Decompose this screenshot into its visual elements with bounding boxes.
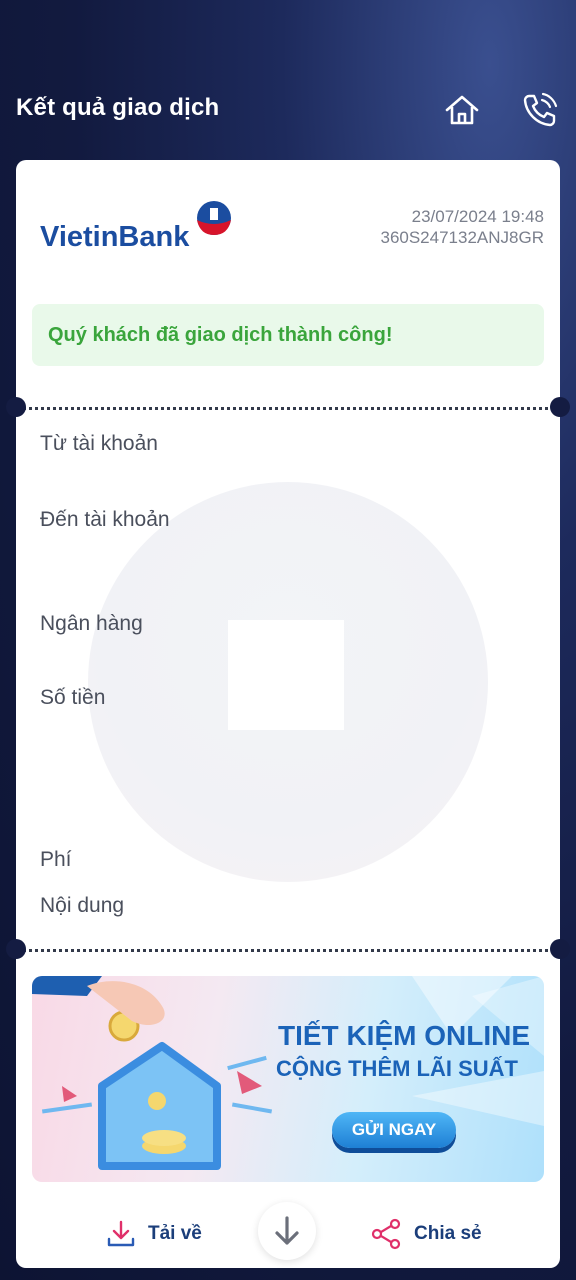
download-icon <box>107 1220 135 1247</box>
perforation-notch-left <box>6 397 26 417</box>
watermark-mark <box>228 620 344 730</box>
share-icon <box>371 1218 401 1250</box>
bank-label: Ngân hàng <box>40 612 143 635</box>
to-account-label: Đến tài khoản <box>40 508 170 531</box>
savings-promo-banner[interactable]: TIẾT KIỆM ONLINE CỘNG THÊM LÃI SUẤT GỬI … <box>32 976 544 1182</box>
download-label: Tải về <box>148 1223 202 1244</box>
perforation-notch-right <box>550 939 570 959</box>
perforation-notch-left <box>6 939 26 959</box>
page-title: Kết quả giao dịch <box>16 94 220 121</box>
arrow-down-icon <box>275 1216 299 1245</box>
bottom-actions: Tải về Chia sẻ <box>16 1200 560 1268</box>
perforation-divider <box>16 407 560 410</box>
fee-label: Phí <box>40 848 72 871</box>
promo-headline: TIẾT KIỆM ONLINE <box>278 1020 530 1051</box>
transaction-meta: 23/07/2024 19:48 360S247132ANJ8GR <box>380 206 544 248</box>
transaction-code: 360S247132ANJ8GR <box>380 228 544 247</box>
transaction-datetime: 23/07/2024 19:48 <box>411 207 544 226</box>
logo-wordmark: VietinBank <box>40 221 190 250</box>
content-label: Nội dung <box>40 894 125 917</box>
share-button[interactable]: Chia sẻ <box>370 1216 482 1252</box>
vietinbank-logo: VietinBank <box>40 198 240 253</box>
share-label: Chia sẻ <box>414 1223 482 1244</box>
from-account-label: Từ tài khoản <box>40 432 158 455</box>
home-icon[interactable] <box>442 90 482 130</box>
success-message: Quý khách đã giao dịch thành công! <box>48 324 393 346</box>
top-header: Kết quả giao dịch <box>0 70 576 150</box>
phone-icon[interactable] <box>520 90 560 130</box>
download-fab[interactable] <box>258 1202 316 1260</box>
amount-label: Số tiền <box>40 686 106 709</box>
receipt-card: VietinBank 23/07/2024 19:48 360S247132AN… <box>16 160 560 1268</box>
perforation-divider <box>16 949 560 952</box>
promo-subheadline: CỘNG THÊM LÃI SUẤT <box>276 1056 518 1081</box>
send-now-button[interactable]: GỬI NGAY <box>332 1112 456 1148</box>
perforation-notch-right <box>550 397 570 417</box>
download-button[interactable]: Tải về <box>106 1216 202 1252</box>
success-banner: Quý khách đã giao dịch thành công! <box>32 304 544 366</box>
